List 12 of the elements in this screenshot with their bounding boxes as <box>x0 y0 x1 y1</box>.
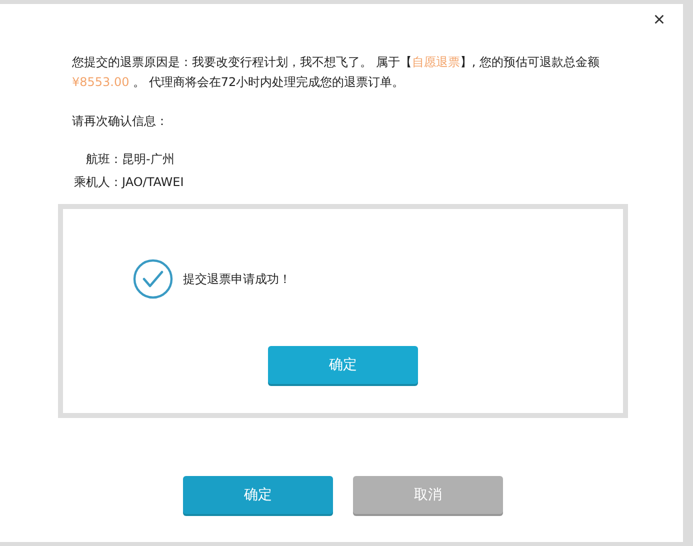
cancel-button[interactable]: 取消 <box>353 476 503 514</box>
detail-value: 昆明-广州 <box>122 151 174 168</box>
refund-message: 您提交的退票原因是：我要改变行程计划，我不想飞了。 属于【自愿退票】, 您的预估可退款总金额 ¥8553.00 。 代理商将会在72小时内处理完成您的退票订单。 <box>72 54 600 91</box>
confirm-prompt: 请再次确认信息： <box>72 113 169 130</box>
check-circle-icon <box>133 259 173 299</box>
confirm-button[interactable]: 确定 <box>183 476 333 514</box>
close-button[interactable]: × <box>649 10 669 30</box>
detail-value: JAO/TAWEI <box>122 174 184 191</box>
detail-label: 乘机人： <box>73 174 122 191</box>
detail-label: 航班： <box>85 151 122 168</box>
ok-button[interactable]: 确定 <box>268 346 418 384</box>
success-message: 提交退票申请成功！ <box>183 270 291 288</box>
